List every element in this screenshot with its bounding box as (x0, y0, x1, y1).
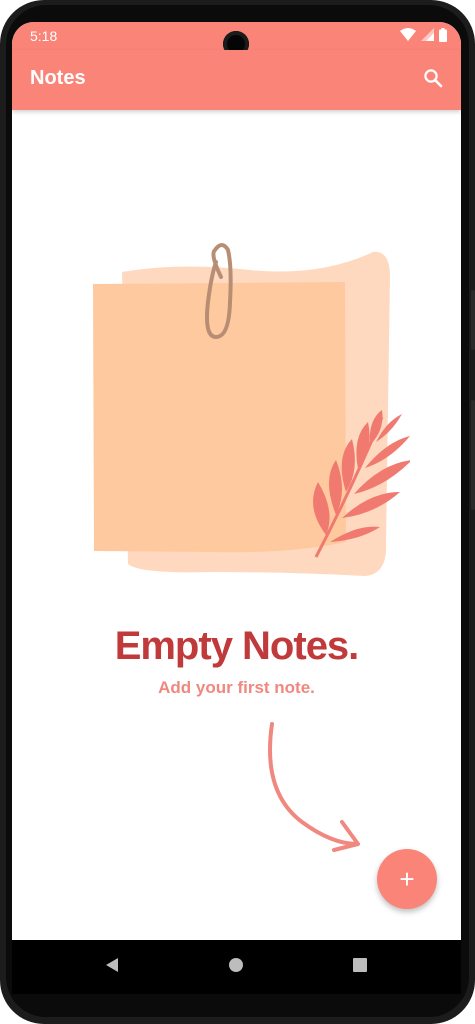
back-button[interactable] (102, 957, 122, 977)
recents-icon (352, 957, 368, 978)
wifi-icon (400, 28, 416, 44)
empty-notes-illustration (90, 242, 412, 582)
home-icon (228, 957, 244, 978)
system-nav-bar (12, 940, 461, 994)
empty-state-subtitle: Add your first note. (158, 678, 315, 697)
signal-icon (421, 28, 434, 44)
app-bar: Notes (12, 50, 461, 110)
curved-arrow-icon (262, 722, 372, 882)
search-button[interactable] (419, 66, 447, 94)
app-title: Notes (30, 67, 86, 89)
search-icon (423, 68, 443, 93)
battery-icon (439, 27, 447, 45)
home-button[interactable] (226, 957, 246, 977)
back-icon (104, 957, 120, 978)
plus-icon: + (399, 863, 415, 894)
status-time: 5:18 (30, 28, 58, 44)
power-button (471, 290, 475, 350)
screen: 5:18 Notes Empty Notes. Add your first n… (12, 22, 461, 982)
recents-button[interactable] (350, 957, 370, 977)
volume-button (471, 400, 475, 510)
status-icons (400, 27, 447, 45)
empty-state-title: Empty Notes. (114, 624, 360, 668)
add-note-button[interactable]: + (377, 849, 437, 909)
